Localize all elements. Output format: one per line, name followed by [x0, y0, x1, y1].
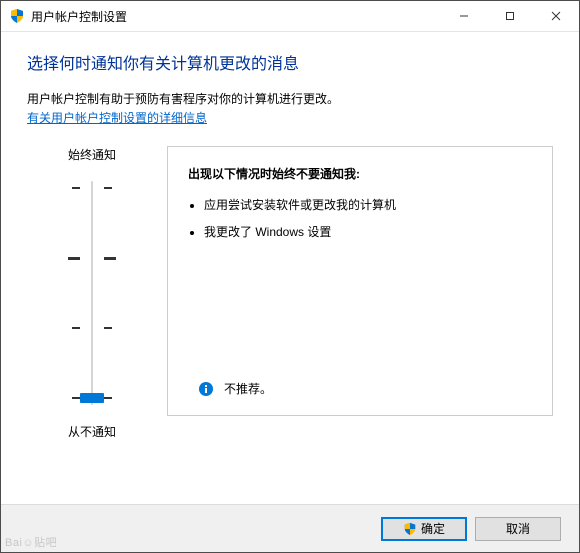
recommendation-text: 不推荐。 — [224, 380, 272, 397]
slider-tick — [62, 257, 122, 258]
slider-column: 始终通知 从不通知 — [27, 146, 157, 440]
cancel-button-label: 取消 — [506, 520, 530, 537]
notification-info-box: 出现以下情况时始终不要通知我: 应用尝试安装软件或更改我的计算机 我更改了 Wi… — [167, 146, 553, 416]
list-item: 应用尝试安装软件或更改我的计算机 — [204, 196, 532, 213]
content-area: 选择何时通知你有关计算机更改的消息 用户帐户控制有助于预防有害程序对你的计算机进… — [1, 32, 579, 504]
recommendation-row: 不推荐。 — [198, 380, 272, 397]
shield-icon — [9, 8, 25, 24]
slider-tick — [62, 327, 122, 328]
window-title: 用户帐户控制设置 — [31, 8, 441, 25]
ok-button[interactable]: 确定 — [381, 517, 467, 541]
slider-tick — [62, 187, 122, 188]
minimize-button[interactable] — [441, 1, 487, 31]
info-box-list: 应用尝试安装软件或更改我的计算机 我更改了 Windows 设置 — [204, 196, 532, 240]
slider-thumb[interactable] — [80, 393, 104, 403]
close-button[interactable] — [533, 1, 579, 31]
page-heading: 选择何时通知你有关计算机更改的消息 — [27, 50, 553, 74]
slider-label-never: 从不通知 — [68, 423, 116, 440]
maximize-button[interactable] — [487, 1, 533, 31]
shield-icon — [403, 522, 417, 536]
titlebar: 用户帐户控制设置 — [1, 1, 579, 32]
info-icon — [198, 381, 214, 397]
slider-line — [91, 181, 93, 405]
list-item: 我更改了 Windows 设置 — [204, 223, 532, 240]
notification-slider[interactable] — [62, 173, 122, 413]
button-bar: 确定 取消 — [1, 504, 579, 552]
cancel-button[interactable]: 取消 — [475, 517, 561, 541]
learn-more-link[interactable]: 有关用户帐户控制设置的详细信息 — [27, 109, 207, 126]
page-description: 用户帐户控制有助于预防有害程序对你的计算机进行更改。 — [27, 90, 553, 107]
slider-label-always: 始终通知 — [68, 146, 116, 163]
uac-settings-window: 用户帐户控制设置 选择何时通知你有关计算机更改的消息 用户帐户控制有助于预防有害… — [0, 0, 580, 553]
info-box-title: 出现以下情况时始终不要通知我: — [188, 165, 532, 182]
ok-button-label: 确定 — [421, 520, 445, 537]
body-row: 始终通知 从不通知 出现以下情况时始终不要通知我: 应用尝试安装软件或更改我的计… — [27, 146, 553, 440]
